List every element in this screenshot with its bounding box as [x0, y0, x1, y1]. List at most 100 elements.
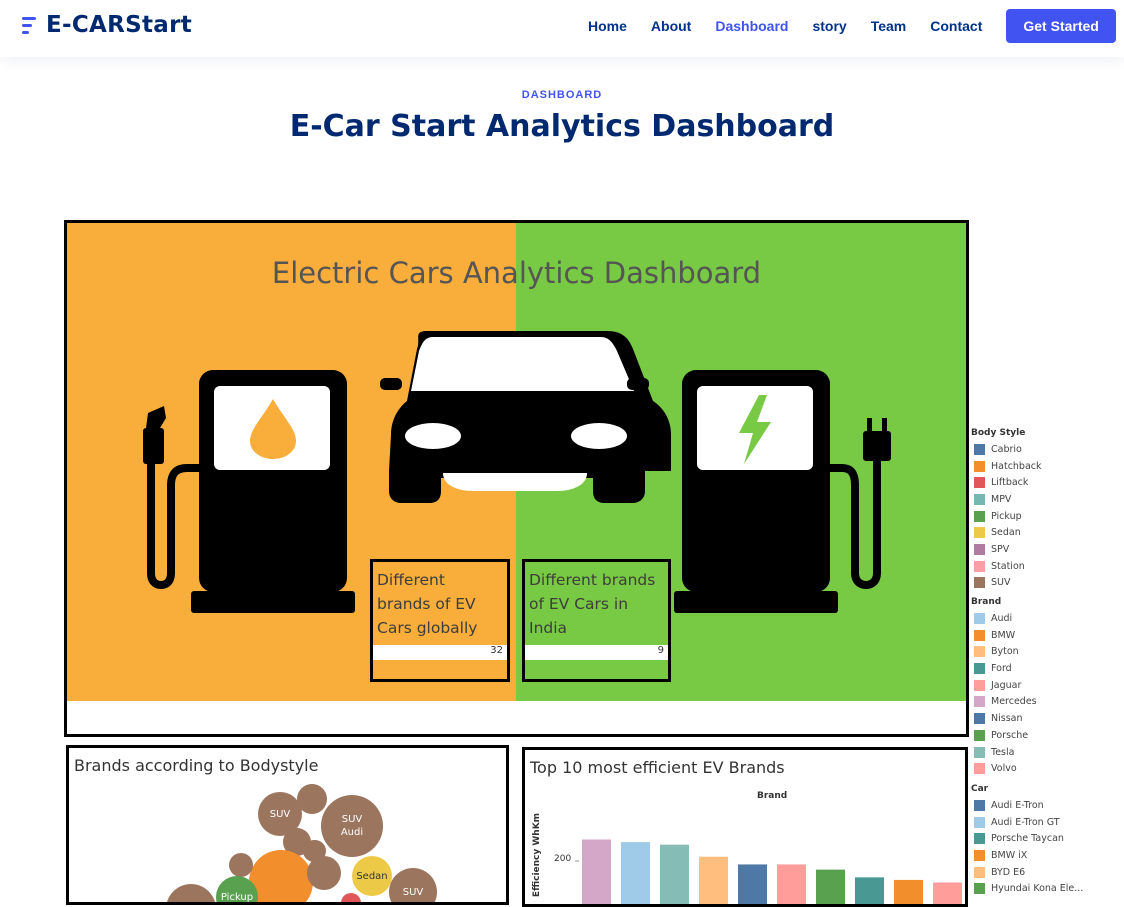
- brand-legend-item[interactable]: Ford: [971, 660, 1121, 677]
- legend-label: MPV: [991, 493, 1012, 505]
- legend-swatch: [974, 646, 985, 658]
- legend-label: Porsche: [991, 729, 1029, 741]
- legend-label: Jaguar: [991, 679, 1022, 691]
- legend-label: Audi E-Tron: [991, 799, 1044, 811]
- brand-legend-item[interactable]: Tesla: [971, 744, 1121, 761]
- legend-swatch: [974, 713, 985, 725]
- brand-legend-item[interactable]: Byton: [971, 644, 1121, 661]
- car-legend-item[interactable]: Porsche Taycan: [971, 830, 1121, 847]
- legend-swatch: [974, 443, 985, 455]
- bar-chart-bar[interactable]: [777, 864, 806, 904]
- kpi-india-brands: Different brands of EV Cars in India 9: [522, 559, 671, 682]
- site-header: E-CARStart Home About Dashboard story Te…: [0, 0, 1124, 57]
- bubble-suv-2[interactable]: SUV: [389, 868, 437, 902]
- legend-label: Nissan: [991, 713, 1023, 725]
- nav-team[interactable]: Team: [859, 10, 919, 42]
- body-style-legend-item[interactable]: Cabrio: [971, 441, 1121, 458]
- bubble-chart-panel: Brands according to Bodystyle SUV SUV Aud…: [66, 745, 509, 905]
- nav-dashboard[interactable]: Dashboard: [703, 10, 800, 42]
- body-style-legend-item[interactable]: Sedan: [971, 524, 1121, 541]
- logo-text: E-CARStart: [46, 12, 193, 38]
- body-style-legend-item[interactable]: SUV: [971, 575, 1121, 592]
- legend-swatch: [974, 729, 985, 741]
- legend-swatch: [974, 560, 985, 572]
- brand-legend-item[interactable]: Volvo: [971, 760, 1121, 777]
- brand-legend-item[interactable]: Audi: [971, 610, 1121, 627]
- bubble-suv-audi[interactable]: SUV Audi: [321, 795, 383, 857]
- legend-swatch: [974, 696, 985, 708]
- logo[interactable]: E-CARStart: [22, 12, 192, 38]
- body-style-legend-item[interactable]: Pickup: [971, 508, 1121, 525]
- body-style-legend-item[interactable]: Liftback: [971, 474, 1121, 491]
- bubble-small-6[interactable]: [307, 856, 341, 890]
- bubble-small-7[interactable]: [166, 884, 216, 902]
- body-style-legend-item[interactable]: Hatchback: [971, 458, 1121, 475]
- car-legend-item[interactable]: BMW iX: [971, 847, 1121, 864]
- legend-swatch: [974, 866, 985, 878]
- electric-charger-icon: [674, 370, 891, 613]
- legend-swatch: [974, 816, 985, 828]
- bar-chart-bar[interactable]: [621, 842, 650, 904]
- legend-swatch: [974, 613, 985, 625]
- bar-chart-bar[interactable]: [660, 844, 689, 904]
- bar-chart-bar[interactable]: [738, 864, 767, 904]
- section-subtitle: DASHBOARD: [521, 89, 603, 101]
- bar-chart-bar[interactable]: [933, 882, 962, 905]
- legend-label: Tesla: [991, 746, 1015, 758]
- legend-swatch: [974, 477, 985, 489]
- legend-brand-list: Audi BMW Byton Ford Jaguar Mercedes Nissan Pors…: [971, 610, 1121, 777]
- legend-label: SUV: [991, 577, 1011, 589]
- legend-label: BYD E6: [991, 866, 1026, 878]
- kpi-india-label: Different brands of EV Cars in India: [529, 571, 656, 637]
- bubble-small-8[interactable]: [341, 893, 361, 902]
- bubble-small-1[interactable]: [297, 784, 327, 814]
- body-style-legend-item[interactable]: MPV: [971, 491, 1121, 508]
- car-legend-item[interactable]: BYD E6: [971, 864, 1121, 881]
- legend-car-list: Audi E-Tron Audi E-Tron GT Porsche Taycan B…: [971, 797, 1121, 897]
- legend-label: SPV: [991, 543, 1010, 555]
- menu-lines-icon: [22, 14, 42, 36]
- bar-chart-bar[interactable]: [894, 879, 923, 904]
- legend-swatch: [974, 577, 985, 589]
- nav-story[interactable]: story: [800, 10, 858, 42]
- body-style-legend-item[interactable]: Station: [971, 558, 1121, 575]
- brand-legend-item[interactable]: Mercedes: [971, 694, 1121, 711]
- bar-chart-bar[interactable]: [855, 877, 884, 904]
- car-legend-item[interactable]: Audi E-Tron: [971, 797, 1121, 814]
- kpi-global-label: Different brands of EV Cars globally: [377, 571, 478, 637]
- kpi-india-value: 9: [657, 645, 664, 656]
- brand-legend-item[interactable]: Jaguar: [971, 677, 1121, 694]
- dashboard-frame: Electric Cars Analytics Dashboard Differ…: [64, 220, 969, 737]
- car-legend-item[interactable]: Hyundai Kona Ele...: [971, 881, 1121, 898]
- kpi-global-value: 32: [490, 645, 503, 656]
- bubble-small-4[interactable]: [229, 853, 253, 877]
- section-title: E-Car Start Analytics Dashboard: [289, 109, 835, 144]
- legend-swatch: [974, 849, 985, 861]
- legend-label: Station: [991, 560, 1025, 572]
- legend-brand-title: Brand: [971, 597, 1002, 608]
- nav-home[interactable]: Home: [576, 10, 639, 42]
- bar-chart-bar[interactable]: [816, 869, 845, 904]
- legend-label: Liftback: [991, 477, 1029, 489]
- legend-label: Ford: [991, 663, 1012, 675]
- legend-swatch: [974, 833, 985, 845]
- bar-chart-bar[interactable]: [582, 839, 611, 905]
- legend-label: Cabrio: [991, 443, 1022, 455]
- kpi-india-bar: 9: [525, 645, 668, 660]
- legend-label: Audi: [991, 613, 1013, 625]
- brand-legend-item[interactable]: Nissan: [971, 710, 1121, 727]
- car-legend-item[interactable]: Audi E-Tron GT: [971, 814, 1121, 831]
- bubble-chart-title: Brands according to Bodystyle: [74, 756, 319, 775]
- body-style-legend-item[interactable]: SPV: [971, 541, 1121, 558]
- brand-legend-item[interactable]: Porsche: [971, 727, 1121, 744]
- get-started-button[interactable]: Get Started: [1006, 9, 1116, 43]
- nav-about[interactable]: About: [639, 10, 703, 42]
- chart-legend: Body Style Cabrio Hatchback Liftback MPV Pic…: [971, 424, 1121, 897]
- legend-swatch: [974, 763, 985, 775]
- legend-label: Hyundai Kona Ele...: [991, 883, 1084, 895]
- legend-swatch: [974, 746, 985, 758]
- bubble-sedan[interactable]: Sedan: [352, 856, 392, 896]
- legend-swatch: [974, 883, 985, 895]
- brand-legend-item[interactable]: BMW: [971, 627, 1121, 644]
- nav-contact[interactable]: Contact: [918, 10, 994, 42]
